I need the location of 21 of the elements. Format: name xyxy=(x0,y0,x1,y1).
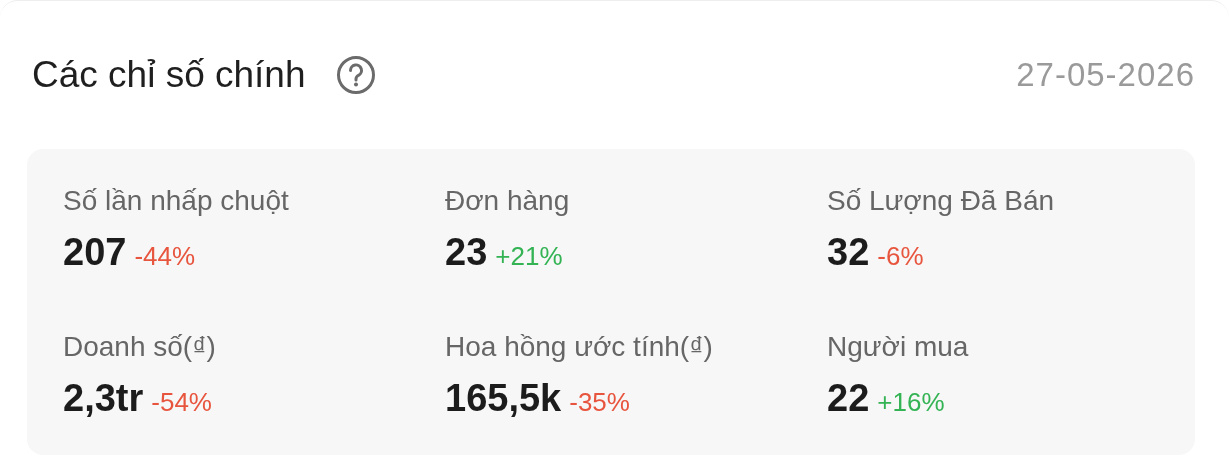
metric-value: 207 xyxy=(63,231,127,274)
metric-label: Người mua xyxy=(827,331,969,363)
metric-label: Doanh số(₫) xyxy=(63,331,216,363)
metric-value: 165,5k xyxy=(445,377,562,420)
metric-change: -44% xyxy=(134,241,196,272)
metric-change: -54% xyxy=(151,387,212,418)
metric-value: 32 xyxy=(827,231,870,274)
help-icon[interactable] xyxy=(335,55,376,95)
metric-value: 22 xyxy=(827,377,870,420)
metric-change: -6% xyxy=(877,241,924,272)
metric-change: -35% xyxy=(569,387,630,418)
date-label: 27-05-2026 xyxy=(1016,56,1195,94)
metric-label: Đơn hàng xyxy=(445,185,570,217)
card-title: Các chỉ số chính xyxy=(32,54,306,96)
metric-label: Số lần nhấp chuột xyxy=(63,185,289,217)
metric-change: +16% xyxy=(877,387,945,418)
metric-change: +21% xyxy=(495,241,563,272)
metric-value: 2,3tr xyxy=(63,377,144,420)
metric-label: Hoa hồng ước tính(₫) xyxy=(445,331,713,363)
metric-label: Số Lượng Đã Bán xyxy=(827,185,1055,217)
metric-value: 23 xyxy=(445,231,488,274)
